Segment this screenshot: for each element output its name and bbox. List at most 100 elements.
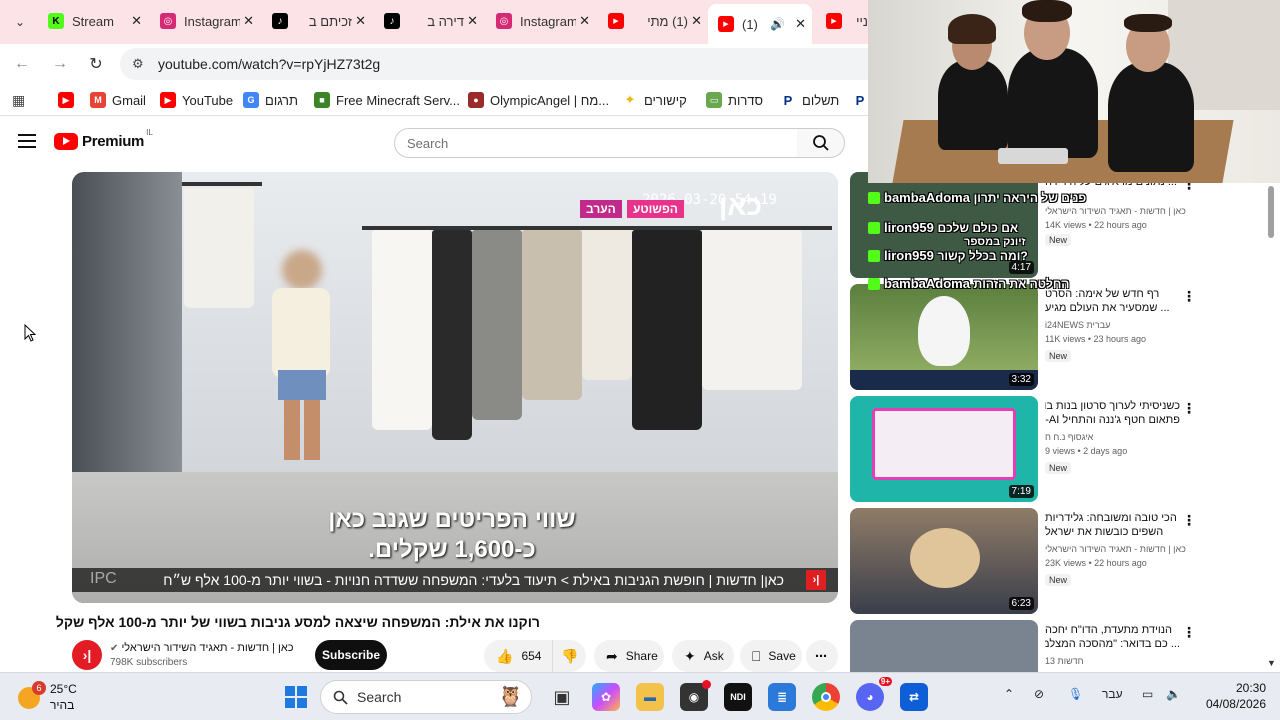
search-icon [812,135,829,151]
browser-tab[interactable]: ◎ Instagram ✕ [486,6,596,36]
menu-icon[interactable] [18,134,36,152]
speaker-icon[interactable]: 🔊 [770,17,785,31]
temperature: 25°C [50,682,77,696]
youtube-logo[interactable]: Premium IL [54,128,153,150]
browser-tab[interactable]: ▶ (1) מתי ✕ [598,6,708,36]
no-network-icon[interactable]: ⊘ [1034,687,1044,701]
search-button[interactable] [797,128,845,158]
bookmark-item[interactable]: ● OlympicAngel | מח... [468,92,609,108]
recommendation-card[interactable]: 6:23 הכי טובה ומשובחה: גלידריות השפים כו… [850,508,1270,614]
bookmark-item[interactable]: ▶ YouTube [160,92,233,108]
recommendation-card[interactable]: 7:19 כשניסיתי לערוך סרטון בנות בוק פתאום… [850,396,1270,502]
ask-button[interactable]: ✦ Ask [672,640,734,672]
monitor-icon[interactable]: ▭ [1142,687,1153,701]
clock-time[interactable]: 20:30 [1200,681,1266,695]
recommendation-card[interactable]: הנוידת מתעדת, הדו"ח יחכה ... כם בדואר: "… [850,620,1270,672]
video-thumbnail[interactable]: 6:23 [850,508,1038,614]
recommendation-card[interactable]: 3:32 רף חדש של אימה: הסרט ... שמסעיר את … [850,284,1270,390]
bookmark-label: OlympicAngel | מח... [490,92,610,108]
browser-tab-active[interactable]: ▶ (1) 🔊 ✕ [708,4,812,44]
more-vertical-icon[interactable]: ⋮ [1182,624,1196,641]
bookmark-folder[interactable]: ▭ סדרות [706,92,763,108]
taskbar-search[interactable]: Search 🦉 [320,680,532,714]
browser-tab[interactable]: ♪ זכיתם ב ✕ [262,6,372,36]
rec-channel: כאן | חדשות - תאגיד השידור הישראלי [1045,544,1186,554]
task-view-icon[interactable]: ▣ [548,683,576,711]
channel-name[interactable]: כאן | חדשות - תאגיד השידור הישראלי ✔ [110,642,294,654]
close-icon[interactable]: ✕ [691,13,702,29]
search-placeholder: Search [407,135,449,151]
back-arrow-icon[interactable]: ← [10,52,34,76]
close-icon[interactable]: ✕ [243,13,254,29]
more-vertical-icon[interactable]: ⋮ [1182,512,1196,529]
bookmark-item[interactable]: ▶ [58,92,80,108]
channel-avatar[interactable]: ›| [72,640,102,670]
app-icon[interactable]: ◉ [680,680,711,711]
language-indicator[interactable]: עבר [1102,687,1123,701]
bookmark-item[interactable]: P תשלום [780,92,840,108]
tab-title: Stream [72,13,114,29]
apps-grid-icon[interactable]: ▦ [12,92,25,109]
thumbs-up-icon: 👍 [496,647,514,664]
bookmark-item[interactable]: M Gmail [90,92,146,108]
search-input[interactable]: Search [394,128,798,158]
browser-tab[interactable]: ◎ Instagram ✕ [150,6,260,36]
microphone-icon[interactable]: 🎙 [1068,687,1083,701]
browser-tab[interactable]: K Stream ✕ [38,6,148,36]
chrome-icon[interactable] [812,683,840,711]
windows-start-icon[interactable] [282,683,310,711]
new-badge: New [1045,234,1072,246]
teamviewer-icon[interactable]: ⇄ [900,683,928,711]
browser-tab[interactable]: ♪ דירה ב ✕ [374,6,484,36]
search-label: Search [357,689,402,705]
video-player[interactable]: כאן 2026-03-20 54:19 הפשוטע הערב שווי הפ… [72,172,838,603]
scroll-down-icon[interactable]: ▼ [1267,658,1276,668]
video-thumbnail[interactable]: 3:32 [850,284,1038,390]
save-button[interactable]: ⎕ Save [740,640,802,672]
close-icon[interactable]: ✕ [467,13,478,29]
like-button[interactable]: 👍 654 [484,640,552,672]
close-icon[interactable]: ✕ [579,13,590,29]
video-subtitle-line1: שווי הפריטים שגנב כאן [328,506,576,533]
close-icon[interactable]: ✕ [355,13,366,29]
more-horizontal-icon: ⋯ [815,649,827,663]
share-button[interactable]: ➦ Share [594,640,664,672]
discord-icon[interactable]: ◕ 9+ [856,677,892,711]
garment [472,230,522,420]
windows-taskbar: 6 25°C בהיר Search 🦉 ▣ ✿ ▬ ◉ NDI ≣ ◕ 9+ ⇄… [0,672,1280,720]
instagram-icon: ◎ [496,13,512,29]
video-thumbnail[interactable] [850,620,1038,672]
file-explorer-icon[interactable]: ▬ [636,683,664,711]
avatar-icon: ● [468,92,484,108]
thumbs-down-icon: 👎 [561,647,579,664]
bookmark-folder[interactable]: ✦ קישורים [622,92,687,108]
chat-username: liron959 [884,220,934,235]
bookmark-item[interactable]: ■ Free Minecraft Serv... [314,92,460,108]
scrollbar-thumb[interactable] [1268,186,1274,238]
notepad-icon[interactable]: ≣ [768,683,796,711]
site-info-icon[interactable]: ⚙ [132,56,144,72]
clock-date[interactable]: 04/08/2026 [1200,697,1266,711]
copilot-icon[interactable]: ✿ [592,683,620,711]
paypal-icon: P [783,92,793,108]
tray-chevron-icon[interactable]: ⌃ [1004,687,1014,701]
forward-arrow-icon[interactable]: → [48,52,72,76]
browser-tab[interactable]: ▶ ניי [816,6,868,36]
close-icon[interactable]: ✕ [131,13,142,29]
more-actions-button[interactable]: ⋯ [806,640,838,672]
video-thumbnail[interactable]: 7:19 [850,396,1038,502]
reload-icon[interactable]: ↻ [84,52,108,76]
address-bar[interactable]: ⚙ youtube.com/watch?v=rpYjHZ73t2g [120,48,880,80]
more-vertical-icon[interactable]: ⋮ [1182,288,1196,305]
more-vertical-icon[interactable]: ⋮ [1182,400,1196,417]
close-icon[interactable]: ✕ [795,16,806,32]
star-folder-icon: ✦ [624,92,636,107]
tab-search-icon[interactable]: ⌄ [8,10,32,34]
subscribe-button[interactable]: Subscribe [315,640,387,670]
ndi-icon[interactable]: NDI [724,683,752,711]
bookmark-item[interactable]: G תרגום [243,92,298,108]
rec-title: כשניסיתי לערוך סרטון בנות בוק [1045,400,1180,412]
bookmark-label: Free Minecraft Serv... [336,92,461,108]
dislike-button[interactable]: 👎 [552,640,586,672]
volume-icon[interactable]: 🔈 [1166,687,1181,701]
